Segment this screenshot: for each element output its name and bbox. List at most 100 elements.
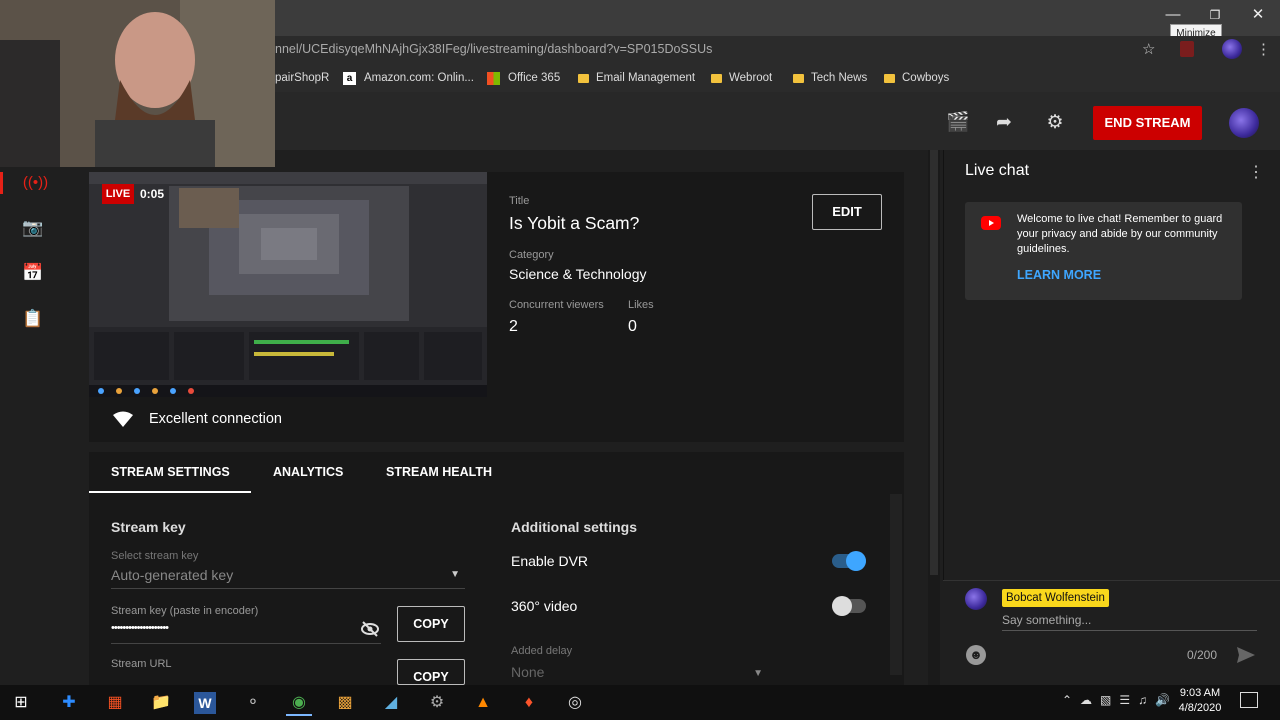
live-chat-title: Live chat bbox=[965, 162, 1030, 179]
user-avatar bbox=[965, 588, 987, 610]
live-elapsed-time: 0:05 bbox=[140, 187, 165, 201]
likes-count: 0 bbox=[628, 318, 637, 335]
restore-button[interactable]: ❐ bbox=[1200, 4, 1230, 26]
enable-dvr-toggle[interactable] bbox=[832, 551, 868, 571]
360-video-toggle[interactable] bbox=[832, 596, 868, 616]
obs-screen-capture bbox=[89, 172, 487, 397]
pdf-extension-icon[interactable] bbox=[1180, 41, 1194, 57]
visibility-off-icon[interactable] bbox=[360, 620, 380, 638]
copy-stream-url-button[interactable]: COPY bbox=[397, 659, 465, 685]
chrome-icon[interactable]: ◉ bbox=[286, 690, 312, 716]
app-icon[interactable]: ◢ bbox=[378, 690, 404, 716]
chat-username: Bobcat Wolfenstein bbox=[1002, 589, 1109, 607]
chat-welcome-text: Welcome to live chat! Remember to guard … bbox=[1017, 213, 1223, 255]
tab-stream-settings[interactable]: STREAM SETTINGS bbox=[111, 465, 230, 479]
viewers-count: 2 bbox=[509, 318, 518, 335]
office-icon bbox=[487, 71, 500, 85]
store-icon[interactable]: ▦ bbox=[102, 690, 128, 716]
app-icon[interactable]: ⚙ bbox=[424, 690, 450, 716]
chat-input-area bbox=[943, 580, 1280, 685]
tab-analytics[interactable]: ANALYTICS bbox=[273, 465, 343, 479]
notifications-icon[interactable] bbox=[1240, 692, 1258, 708]
send-icon[interactable] bbox=[1236, 646, 1256, 664]
vlc-icon[interactable]: ▲ bbox=[470, 690, 496, 716]
star-icon[interactable]: ☆ bbox=[1142, 40, 1155, 58]
share-icon[interactable]: ➦ bbox=[993, 112, 1015, 134]
clock-time: 9:03 AM bbox=[1179, 687, 1221, 699]
stream-key-field[interactable]: •••••••••••••••••••• bbox=[111, 622, 381, 644]
bookmark-folder[interactable]: Webroot bbox=[711, 71, 772, 85]
added-delay-value: None bbox=[511, 664, 545, 680]
app-icon[interactable]: ✚ bbox=[56, 690, 82, 716]
viewers-label: Concurrent viewers bbox=[509, 299, 604, 311]
camera-icon[interactable]: 📷 bbox=[22, 217, 44, 239]
brave-icon[interactable]: ♦ bbox=[516, 690, 542, 716]
connection-status: Excellent connection bbox=[149, 411, 282, 427]
folder-icon bbox=[884, 73, 895, 83]
profile-avatar[interactable] bbox=[1222, 39, 1242, 59]
chat-menu-icon[interactable]: ⋮ bbox=[1248, 162, 1264, 182]
obs-icon[interactable]: ◎ bbox=[562, 690, 588, 716]
360-video-label: 360° video bbox=[511, 598, 578, 614]
folder-icon bbox=[793, 73, 804, 83]
chat-message-input[interactable]: Say something... bbox=[1002, 613, 1091, 627]
channel-avatar[interactable] bbox=[1229, 108, 1259, 138]
added-delay-label: Added delay bbox=[511, 645, 573, 657]
copy-stream-key-button[interactable]: COPY bbox=[397, 606, 465, 642]
gear-icon[interactable]: ⚙ bbox=[1044, 112, 1066, 134]
live-broadcast-icon[interactable]: ((•)) bbox=[0, 172, 68, 194]
stream-key-select[interactable]: Auto-generated key ▼ bbox=[111, 567, 465, 589]
folder-icon bbox=[711, 73, 722, 83]
taskbar-clock[interactable]: 9:03 AM 4/8/2020 bbox=[1172, 686, 1228, 716]
content-library-icon[interactable]: 📋 bbox=[22, 308, 44, 330]
app-icon[interactable]: ⚬ bbox=[240, 690, 266, 716]
bookmark-folder[interactable]: Tech News bbox=[793, 71, 867, 85]
url-field[interactable]: nnel/UCEdisyqeMhNAjhGjx38IFeg/livestream… bbox=[275, 41, 712, 57]
stream-preview-video[interactable] bbox=[89, 172, 487, 397]
calendar-icon[interactable]: 📅 bbox=[22, 262, 44, 284]
added-delay-select[interactable]: None ▼ bbox=[511, 664, 765, 684]
category-label: Category bbox=[509, 249, 554, 261]
chat-char-counter: 0/200 bbox=[1187, 648, 1218, 662]
webcam-overlay bbox=[0, 0, 275, 167]
word-icon[interactable]: W bbox=[194, 692, 216, 714]
bookmark-item[interactable]: Office 365 bbox=[487, 71, 560, 85]
stream-key-select-value: Auto-generated key bbox=[111, 567, 234, 583]
browser-menu-icon[interactable]: ⋮ bbox=[1256, 40, 1271, 58]
amazon-icon: a bbox=[343, 71, 356, 85]
enable-dvr-label: Enable DVR bbox=[511, 553, 589, 569]
bookmark-item[interactable]: pairShopR bbox=[275, 71, 329, 85]
stream-settings-panel bbox=[89, 494, 904, 685]
webcam-image bbox=[0, 0, 275, 167]
app-icon[interactable]: ▩ bbox=[332, 690, 358, 716]
stream-key-heading: Stream key bbox=[111, 519, 186, 535]
bookmark-folder[interactable]: Email Management bbox=[578, 71, 695, 85]
bookmark-item[interactable]: a Amazon.com: Onlin... bbox=[343, 71, 474, 85]
learn-more-link[interactable]: LEARN MORE bbox=[1017, 268, 1101, 282]
chat-input-underline bbox=[1002, 630, 1257, 631]
title-label: Title bbox=[509, 195, 530, 207]
additional-settings-heading: Additional settings bbox=[511, 519, 637, 535]
system-tray-icons[interactable]: ⌃☁▧☰♫🔊 bbox=[1062, 693, 1178, 707]
close-button[interactable]: ✕ bbox=[1243, 4, 1273, 26]
end-stream-button[interactable]: END STREAM bbox=[1093, 106, 1202, 140]
settings-scrollbar[interactable] bbox=[890, 494, 902, 675]
wifi-icon bbox=[113, 411, 133, 427]
minimize-button[interactable]: — bbox=[1158, 4, 1188, 26]
dropdown-arrow-icon: ▼ bbox=[753, 668, 763, 679]
select-key-label: Select stream key bbox=[111, 550, 199, 562]
tab-stream-health[interactable]: STREAM HEALTH bbox=[386, 465, 492, 479]
dropdown-arrow-icon: ▼ bbox=[450, 569, 460, 580]
stream-key-label: Stream key (paste in encoder) bbox=[111, 605, 259, 617]
emoji-icon[interactable]: ☻ bbox=[966, 645, 986, 665]
file-explorer-icon[interactable]: 📁 bbox=[148, 690, 174, 716]
bookmark-folder[interactable]: Cowboys bbox=[884, 71, 949, 85]
stream-category: Science & Technology bbox=[509, 266, 647, 282]
youtube-logo-icon bbox=[981, 216, 1001, 230]
clapperboard-icon[interactable]: 🎬 bbox=[946, 112, 970, 134]
edit-button[interactable]: EDIT bbox=[812, 194, 882, 230]
main-scrollbar[interactable] bbox=[928, 150, 940, 685]
windows-start-icon[interactable]: ⊞ bbox=[8, 690, 34, 716]
likes-label: Likes bbox=[628, 299, 654, 311]
clock-date: 4/8/2020 bbox=[1178, 702, 1222, 714]
